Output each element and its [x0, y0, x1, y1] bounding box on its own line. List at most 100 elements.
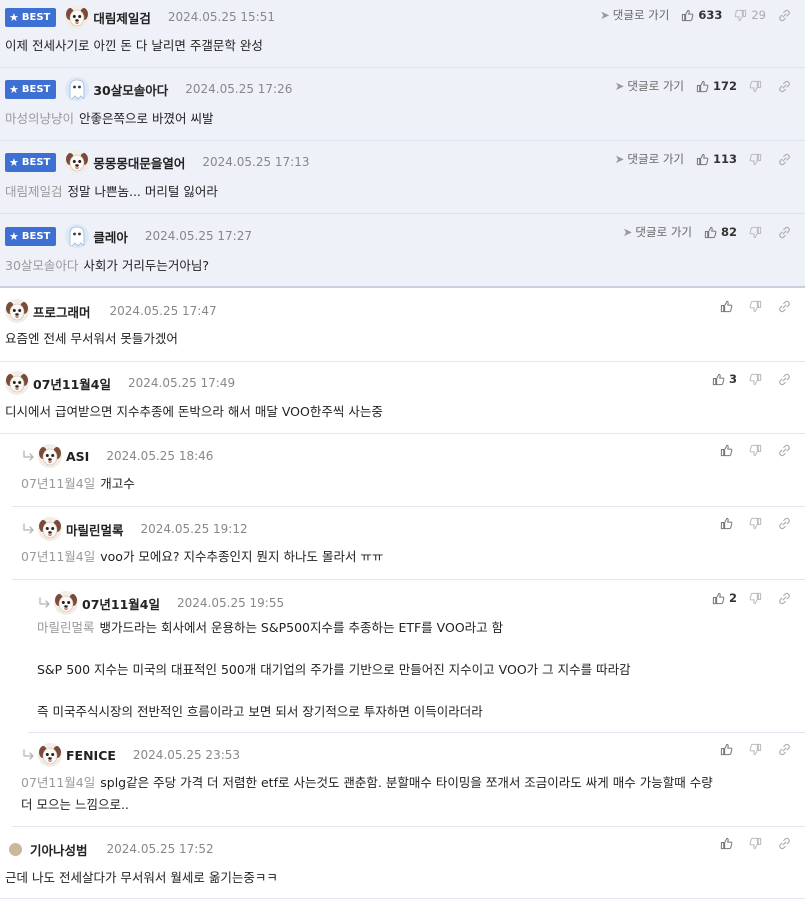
- best-badge: ★ BEST: [5, 7, 57, 27]
- dislike-button[interactable]: [749, 592, 766, 605]
- nickname[interactable]: 마릴린멀록: [66, 520, 124, 539]
- dislike-button[interactable]: [749, 517, 766, 530]
- thumbs-up-icon: [712, 373, 725, 386]
- like-button[interactable]: 113: [696, 152, 737, 166]
- reply-arrow-icon: [38, 597, 52, 609]
- avatar[interactable]: [5, 299, 29, 323]
- best-comment: ★ BEST 클레아 2024.05.25 17:27 ➤ 댓글로 가기 82 30…: [0, 214, 805, 288]
- nickname[interactable]: FENICE: [66, 748, 116, 763]
- nickname[interactable]: 몽몽몽대문을열어: [93, 153, 185, 172]
- go-to-reply-link[interactable]: ➤ 댓글로 가기: [615, 151, 684, 167]
- share-button[interactable]: [778, 837, 795, 850]
- go-to-reply-link[interactable]: ➤ 댓글로 가기: [615, 78, 684, 94]
- nickname[interactable]: 07년11월4일: [33, 374, 111, 393]
- share-button[interactable]: [778, 153, 795, 166]
- like-button[interactable]: [720, 837, 737, 850]
- thumbs-up-icon: [720, 300, 733, 313]
- share-icon: [778, 517, 791, 530]
- comment-body: 30살모솔아다 사회가 거리두는거아님?: [5, 258, 210, 273]
- like-button[interactable]: 2: [712, 591, 737, 605]
- comment: 07년11월4일 2024.05.25 17:49 3 디시에서 급여받으면 지…: [0, 362, 805, 434]
- like-button[interactable]: 82: [704, 225, 737, 239]
- dislike-button[interactable]: [749, 153, 766, 166]
- nickname[interactable]: 30살모솔아다: [93, 80, 168, 99]
- avatar[interactable]: [9, 842, 22, 856]
- like-button[interactable]: [720, 300, 737, 313]
- avatar[interactable]: [65, 150, 89, 174]
- thumbs-down-icon: [749, 837, 762, 850]
- avatar[interactable]: [65, 5, 89, 29]
- mention[interactable]: 07년11월4일: [21, 476, 95, 491]
- dislike-button[interactable]: [749, 226, 766, 239]
- share-icon: [778, 80, 791, 93]
- avatar[interactable]: [54, 591, 78, 615]
- dislike-button[interactable]: [749, 444, 766, 457]
- share-button[interactable]: [778, 444, 795, 457]
- dislike-button[interactable]: 29: [734, 8, 766, 22]
- thumbs-down-icon: [749, 373, 762, 386]
- avatar[interactable]: [5, 371, 29, 395]
- star-icon: ★: [9, 229, 19, 243]
- avatar[interactable]: [38, 743, 62, 767]
- timestamp: 2024.05.25 19:55: [177, 596, 285, 610]
- dislike-button[interactable]: [749, 300, 766, 313]
- dislike-button[interactable]: [749, 743, 766, 756]
- mention[interactable]: 07년11월4일: [21, 775, 95, 790]
- like-button[interactable]: [720, 517, 737, 530]
- mention[interactable]: 마릴린멀록: [37, 620, 95, 635]
- dislike-button[interactable]: [749, 80, 766, 93]
- thumbs-up-icon: [712, 592, 725, 605]
- share-button[interactable]: [778, 226, 795, 239]
- reply-comment: ASI 2024.05.25 18:46 07년11월4일 개고수: [12, 434, 805, 507]
- best-comment: ★ BEST 몽몽몽대문을열어 2024.05.25 17:13 ➤ 댓글로 가기 …: [0, 141, 805, 214]
- avatar[interactable]: [65, 224, 89, 248]
- dislike-button[interactable]: [749, 837, 766, 850]
- share-icon: [778, 9, 791, 22]
- nickname[interactable]: ASI: [66, 449, 89, 464]
- go-to-reply-link[interactable]: ➤ 댓글로 가기: [623, 224, 692, 240]
- nickname[interactable]: 클레아: [93, 227, 128, 246]
- nickname[interactable]: 대림제일검: [93, 8, 151, 27]
- share-button[interactable]: [778, 517, 795, 530]
- mention[interactable]: 마성의냥냥이: [5, 111, 74, 126]
- nickname[interactable]: 07년11월4일: [82, 594, 160, 613]
- share-button[interactable]: [778, 743, 795, 756]
- best-badge: ★ BEST: [5, 226, 57, 246]
- comment-body: 디시에서 급여받으면 지수추종에 돈박으라 해서 매달 VOO한주씩 사는중: [5, 404, 383, 419]
- avatar[interactable]: [38, 444, 62, 468]
- like-button[interactable]: 633: [681, 8, 722, 22]
- paper-plane-icon: ➤: [622, 225, 633, 239]
- mention[interactable]: 07년11월4일: [21, 549, 95, 564]
- comment-body: 07년11월4일 voo가 모에요? 지수추종인지 뭔지 하나도 몰라서 ㅠㅠ: [21, 549, 384, 564]
- mention[interactable]: 30살모솔아다: [5, 258, 78, 273]
- like-button[interactable]: [720, 444, 737, 457]
- mention[interactable]: 대림제일검: [5, 184, 63, 199]
- share-button[interactable]: [778, 300, 795, 313]
- share-button[interactable]: [778, 592, 795, 605]
- timestamp: 2024.05.25 18:46: [106, 449, 214, 463]
- reply-arrow-icon: [22, 523, 36, 535]
- go-to-reply-link[interactable]: ➤ 댓글로 가기: [600, 7, 669, 23]
- star-icon: ★: [9, 155, 19, 169]
- comment-body: 대림제일검 정말 나쁜놈... 머리털 잃어라: [5, 184, 218, 199]
- comment-body: 이제 전세사기로 아낀 돈 다 날리면 주갤문학 완성: [5, 38, 263, 53]
- thumbs-down-icon: [749, 226, 762, 239]
- nickname[interactable]: 프로그래머: [33, 302, 91, 321]
- like-button[interactable]: 172: [696, 79, 737, 93]
- comment-body: 근데 나도 전세살다가 무서워서 월세로 옮기는중ㅋㅋ: [5, 870, 278, 885]
- comment-body: 마성의냥냥이 안좋은쪽으로 바꼈어 씨발: [5, 111, 214, 126]
- timestamp: 2024.05.25 23:53: [132, 748, 241, 762]
- share-button[interactable]: [778, 9, 795, 22]
- timestamp: 2024.05.25 17:52: [106, 842, 214, 856]
- reply-comment: 07년11월4일 2024.05.25 19:55 2 마릴린멀록 뱅가드라는 회…: [28, 580, 805, 733]
- nickname[interactable]: 기아나성범: [30, 840, 88, 859]
- thumbs-up-icon: [681, 9, 694, 22]
- avatar[interactable]: [38, 517, 62, 541]
- like-button[interactable]: [720, 743, 737, 756]
- avatar[interactable]: [65, 77, 89, 101]
- share-button[interactable]: [778, 373, 795, 386]
- like-button[interactable]: 3: [712, 372, 737, 386]
- dislike-button[interactable]: [749, 373, 766, 386]
- share-button[interactable]: [778, 80, 795, 93]
- thumbs-up-icon: [720, 444, 733, 457]
